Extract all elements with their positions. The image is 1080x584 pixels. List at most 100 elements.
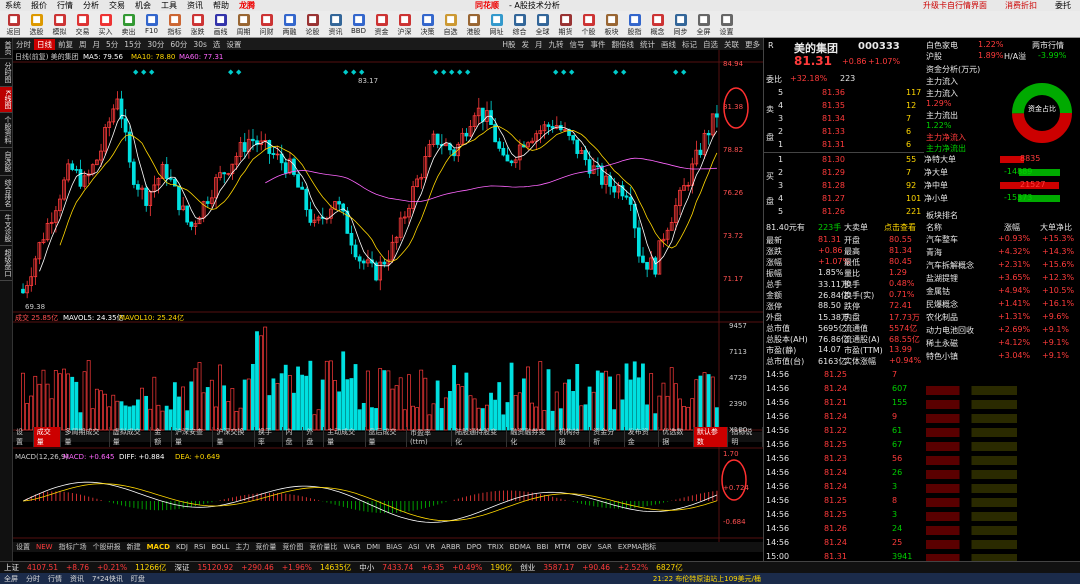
menu-item-8[interactable]: 帮助 — [208, 0, 234, 11]
taskbar-item-4[interactable]: 7*24快讯 — [88, 574, 127, 584]
indicator-tab-6[interactable]: KDJ — [173, 543, 191, 551]
indicator-tab-8[interactable]: BOLL — [208, 543, 232, 551]
indicator-tab-16[interactable]: ASI — [405, 543, 422, 551]
toolbar-button-4[interactable]: ■ 买入 — [94, 12, 117, 37]
toolbar-button-13[interactable]: ■ 论股 — [301, 12, 324, 37]
vol-tab-4[interactable]: 金额 — [151, 427, 172, 447]
news-row[interactable] — [926, 428, 1078, 437]
chart-tool-10[interactable]: 自选 — [700, 39, 721, 50]
taskbar-item-1[interactable]: 分时 — [22, 574, 44, 584]
indicator-tab-17[interactable]: VR — [423, 543, 439, 551]
chart-tool-2[interactable]: 月 — [532, 39, 546, 50]
toolbar-button-21[interactable]: ■ 网址 — [485, 12, 508, 37]
toolbar-button-11[interactable]: ■ 问财 — [255, 12, 278, 37]
indicator-tab-10[interactable]: 竞价量 — [252, 542, 279, 552]
vol-tab-16[interactable]: 资金分析 — [590, 427, 625, 447]
indicator-tab-0[interactable]: 设置 — [13, 542, 33, 552]
sidebar-item-3[interactable]: 个股资料 — [0, 113, 12, 148]
toolbar-button-23[interactable]: ■ 全球 — [531, 12, 554, 37]
period-tab-2[interactable]: 前复 — [55, 39, 76, 50]
toolbar-button-28[interactable]: ■ 概念 — [646, 12, 669, 37]
news-row[interactable] — [926, 414, 1078, 423]
vol-tab-11[interactable]: 盘后成交量 — [366, 427, 407, 447]
indicator-tab-2[interactable]: 指标广场 — [56, 542, 90, 552]
period-tab-5[interactable]: 5分 — [103, 39, 121, 50]
indicator-tab-21[interactable]: BDMA — [507, 543, 534, 551]
sidebar-item-0[interactable]: 首页 — [0, 38, 12, 59]
vol-tab-12[interactable]: 市盈率(ttm) — [407, 428, 453, 446]
news-row[interactable] — [926, 484, 1078, 493]
menu-item-1[interactable]: 报价 — [26, 0, 52, 11]
toolbar-button-2[interactable]: ■ 模拟 — [48, 12, 71, 37]
toolbar-button-9[interactable]: ■ 画线 — [209, 12, 232, 37]
toolbar-button-3[interactable]: ■ 交易 — [71, 12, 94, 37]
indicator-tab-13[interactable]: W&R — [340, 543, 363, 551]
vol-tab-13[interactable]: 陆股通持股变化 — [452, 427, 508, 447]
taskbar-item-3[interactable]: 资讯 — [66, 574, 88, 584]
vol-tab-9[interactable]: 外盘 — [303, 427, 325, 447]
menu-right-0[interactable]: 升级卡自行情界面 — [918, 0, 992, 11]
news-ticker[interactable]: 21:22 布伦特原油站上109美元/桶 — [649, 574, 765, 584]
indicator-tab-11[interactable]: 竞价图 — [279, 542, 306, 552]
indicator-tab-15[interactable]: BIAS — [383, 543, 405, 551]
toolbar-button-26[interactable]: ■ 板块 — [600, 12, 623, 37]
menu-item-5[interactable]: 机会 — [130, 0, 156, 11]
vol-tab-5[interactable]: 沪深安查量 — [172, 427, 214, 447]
vol-tab-right-2[interactable]: 默认参数 — [693, 427, 729, 447]
vol-tab-8[interactable]: 内盘 — [283, 427, 304, 447]
menu-item-0[interactable]: 系统 — [0, 0, 26, 11]
news-row[interactable] — [926, 400, 1078, 409]
toolbar-button-20[interactable]: ■ 港股 — [462, 12, 485, 37]
period-tab-7[interactable]: 30分 — [144, 39, 167, 50]
menu-item-3[interactable]: 分析 — [78, 0, 104, 11]
sidebar-item-2[interactable]: K线图 — [0, 87, 12, 113]
period-tab-1[interactable]: 日线 — [34, 38, 55, 50]
taskbar-item-0[interactable]: 全屏 — [0, 574, 22, 584]
period-tab-8[interactable]: 60分 — [167, 39, 190, 50]
news-row[interactable] — [926, 526, 1078, 535]
indicator-tab-18[interactable]: ARBR — [438, 543, 463, 551]
indicator-tab-26[interactable]: EXPMA指标 — [615, 542, 659, 552]
indicator-tab-14[interactable]: DMI — [364, 543, 384, 551]
chart-tool-11[interactable]: 关联 — [721, 39, 742, 50]
vol-tab-1[interactable]: 成交量 — [33, 427, 62, 447]
kline-chart[interactable]: 日线(前复) 美的集团 MA5: 79.56 MA10: 78.80 MA60: 77… — [13, 50, 763, 550]
chart-tool-0[interactable]: H股 — [499, 39, 518, 50]
toolbar-button-27[interactable]: ■ 股指 — [623, 12, 646, 37]
vol-tab-right-1[interactable]: 优选数据 — [659, 427, 694, 447]
vol-tab-14[interactable]: 融资融券变化 — [507, 427, 556, 447]
menu-right-2[interactable]: 委托 — [1050, 0, 1076, 11]
chart-tool-4[interactable]: 信号 — [567, 39, 588, 50]
chart-tool-1[interactable]: 发 — [519, 39, 533, 50]
vol-tab-15[interactable]: 机构持股 — [556, 427, 591, 447]
vol-tab-6[interactable]: 沪深交换量 — [213, 427, 255, 447]
toolbar-button-31[interactable]: ■ 设置 — [715, 12, 738, 37]
news-row[interactable] — [926, 512, 1078, 521]
vol-tab-right-0[interactable]: 发布资金 — [625, 427, 660, 447]
toolbar-button-5[interactable]: ■ 卖出 — [117, 12, 140, 37]
toolbar-button-18[interactable]: ■ 决策 — [416, 12, 439, 37]
news-row[interactable] — [926, 540, 1078, 549]
period-tab-10[interactable]: 选 — [210, 39, 224, 50]
taskbar-item-2[interactable]: 行情 — [44, 574, 66, 584]
period-tab-0[interactable]: 分时 — [13, 39, 34, 50]
indicator-tab-22[interactable]: BBI — [534, 543, 552, 551]
chart-tool-9[interactable]: 标记 — [679, 39, 700, 50]
sidebar-item-7[interactable]: 超级盘口 — [0, 246, 12, 281]
vol-tab-7[interactable]: 换手率 — [255, 427, 283, 447]
chart-tool-7[interactable]: 统计 — [637, 39, 658, 50]
sidebar-item-6[interactable]: 牛叉诊股 — [0, 211, 12, 246]
chart-tool-8[interactable]: 画线 — [658, 39, 679, 50]
taskbar-item-5[interactable]: 盯盘 — [127, 574, 149, 584]
sidebar-item-1[interactable]: 分时图 — [0, 59, 12, 87]
vol-tab-3[interactable]: 虚拟成交量 — [110, 427, 152, 447]
period-tab-4[interactable]: 月 — [90, 39, 104, 50]
toolbar-button-8[interactable]: ■ 涨跌 — [186, 12, 209, 37]
period-tab-3[interactable]: 周 — [76, 39, 90, 50]
indicator-tab-7[interactable]: RSI — [191, 543, 208, 551]
vol-tab-2[interactable]: 多周期成交量 — [61, 427, 110, 447]
menu-item-2[interactable]: 行情 — [52, 0, 78, 11]
toolbar-button-0[interactable]: ■ 返回 — [2, 12, 25, 37]
chart-tool-12[interactable]: 更多 — [742, 39, 763, 50]
indicator-tab-5[interactable]: MACD — [144, 543, 173, 551]
